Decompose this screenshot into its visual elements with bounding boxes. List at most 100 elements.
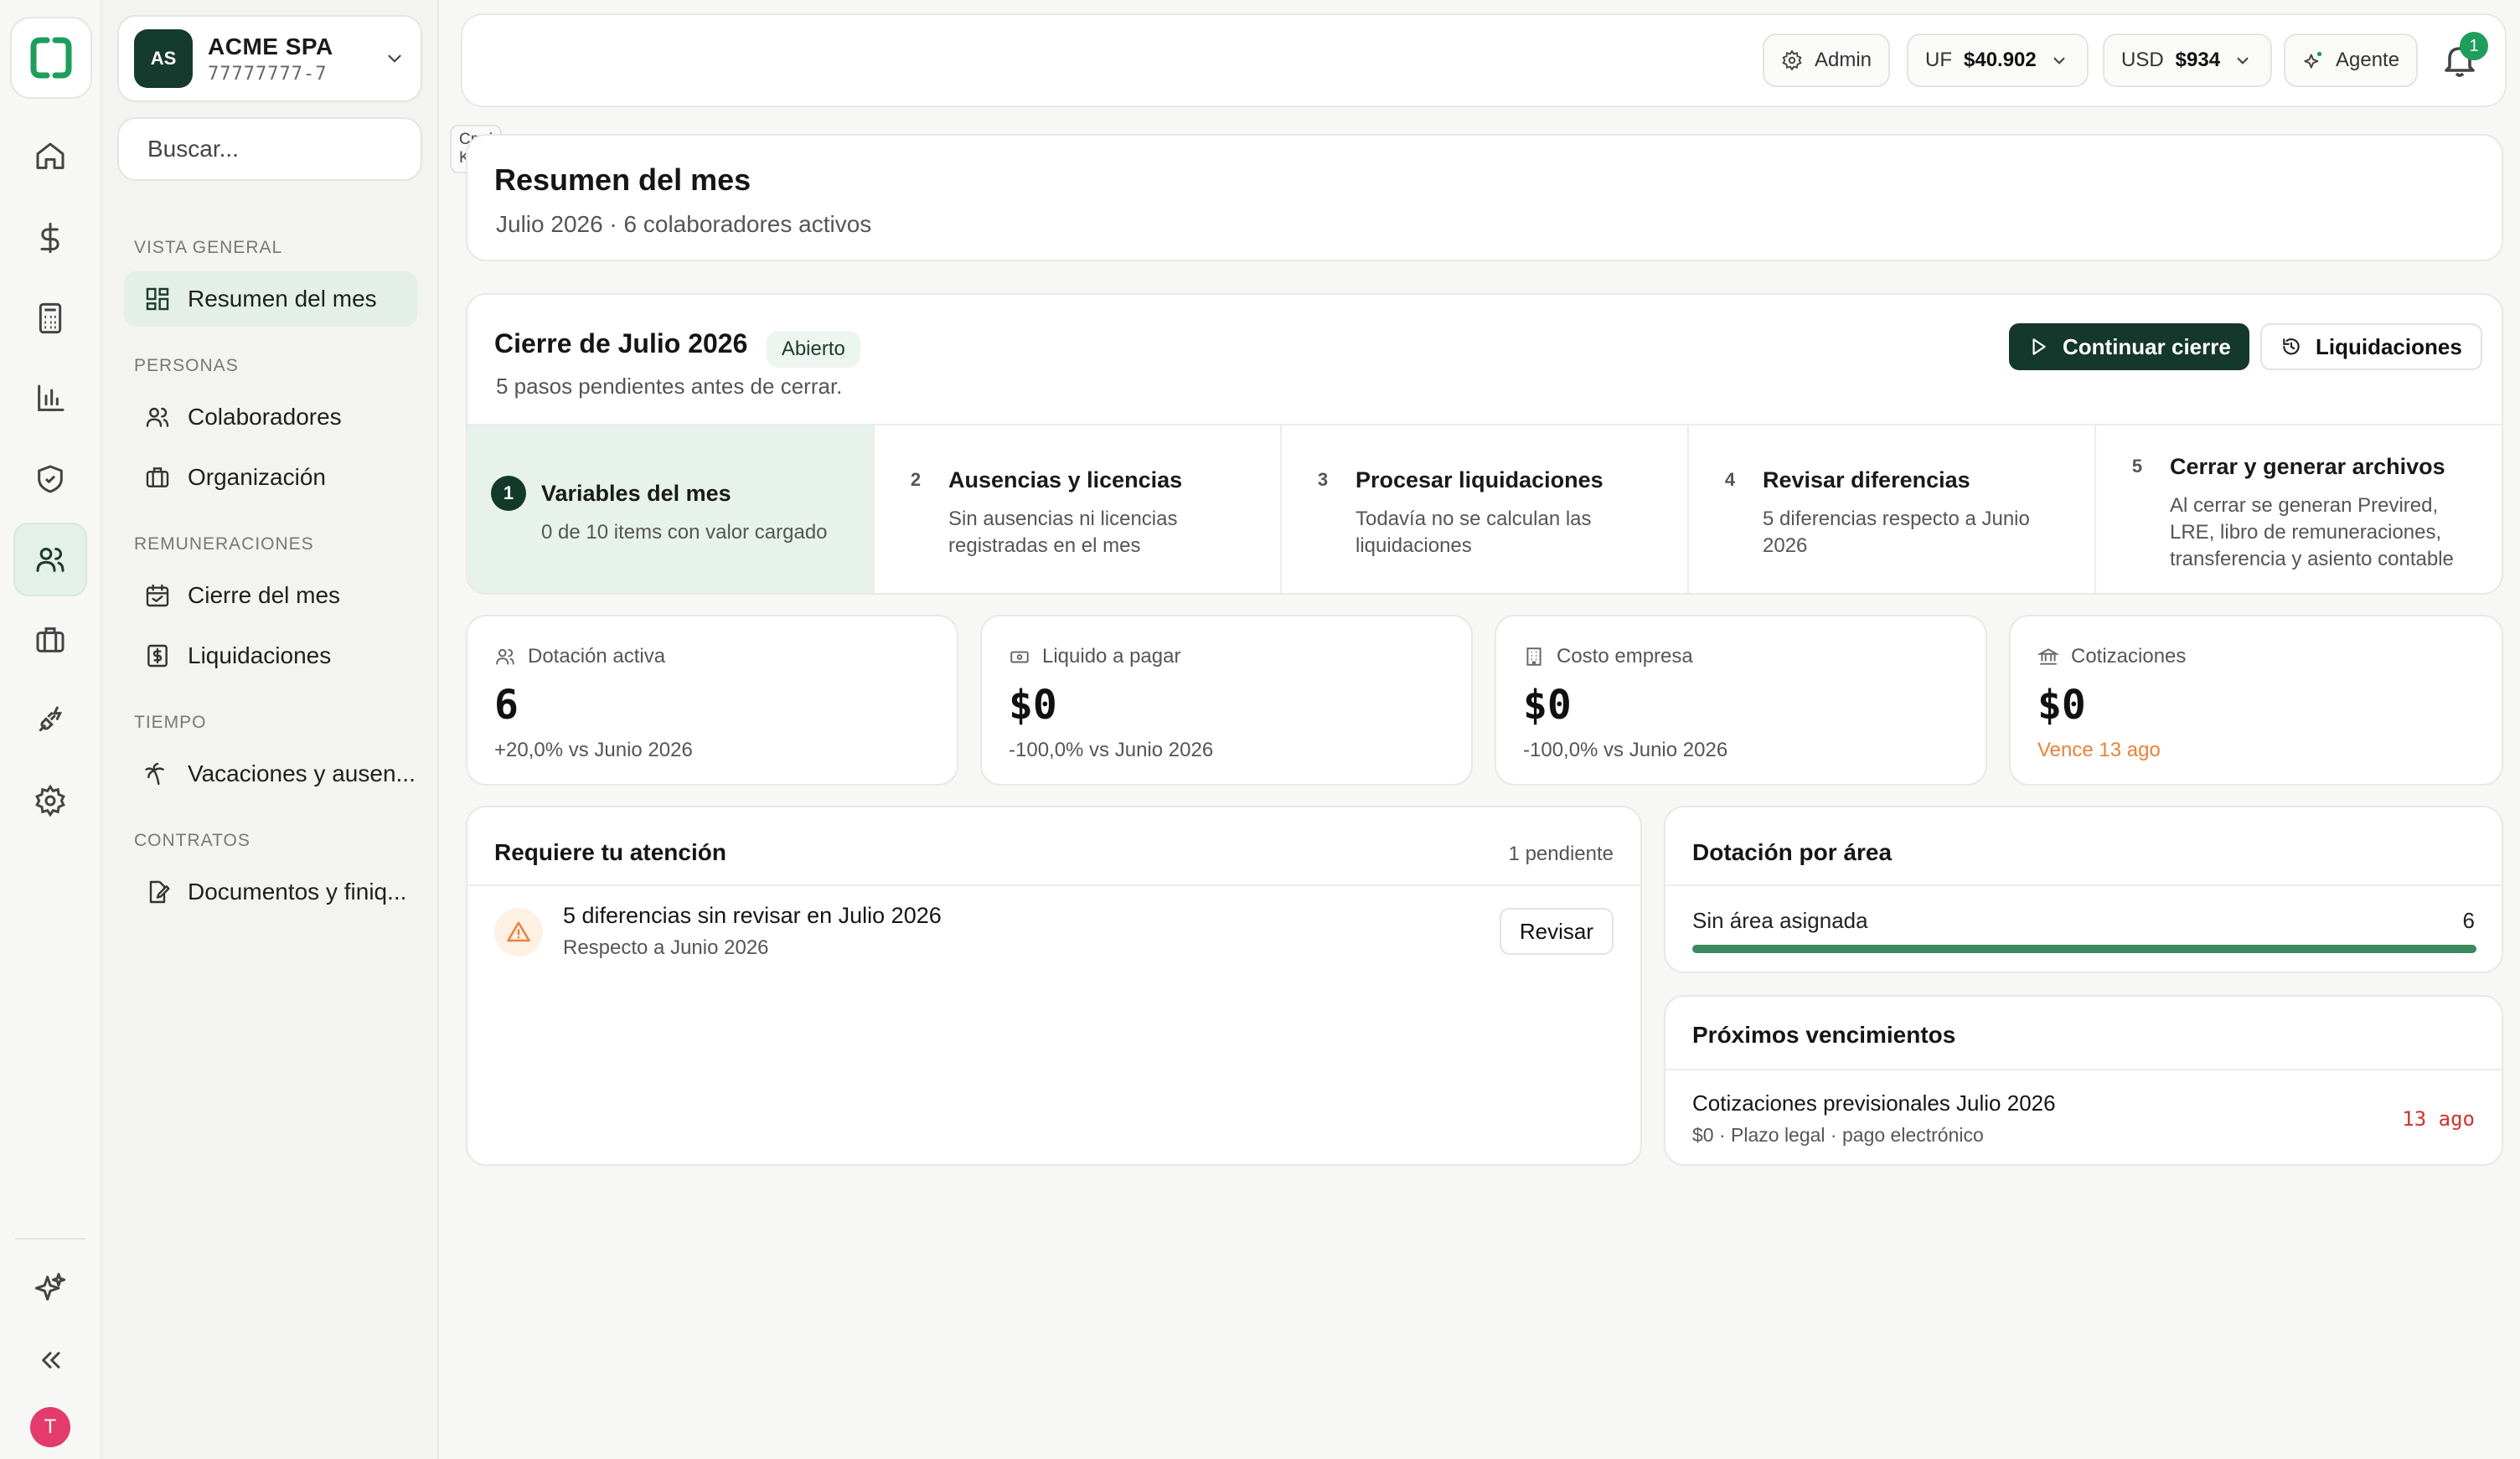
due-item-title: Cotizaciones previsionales Julio 2026 bbox=[1692, 1090, 2056, 1116]
uf-label: UF bbox=[1925, 49, 1952, 71]
nav-item-label: Organización bbox=[188, 464, 326, 490]
attention-count: 1 pendiente bbox=[1508, 843, 1614, 865]
step-number: 3 bbox=[1317, 469, 1329, 490]
closing-status-badge: Abierto bbox=[766, 330, 860, 368]
payslips-button[interactable]: Liquidaciones bbox=[2260, 323, 2482, 370]
kpi-card-cotizaciones: Cotizaciones $0 Vence 13 ago bbox=[2009, 615, 2503, 786]
divider bbox=[1665, 1069, 2502, 1070]
area-title: Dotación por área bbox=[1692, 839, 1893, 865]
kpi-value: 6 bbox=[494, 682, 519, 729]
nav-item-vacaciones[interactable]: Vacaciones y ausen... bbox=[124, 746, 417, 802]
due-item-subtitle: $0 · Plazo legal · pago electrónico bbox=[1692, 1124, 1984, 1146]
admin-chip[interactable]: Admin bbox=[1763, 34, 1891, 87]
closing-step-4[interactable]: 4 Revisar diferencias 5 diferencias resp… bbox=[1689, 425, 2096, 593]
plug-icon bbox=[39, 706, 63, 732]
rail-integrations-button[interactable] bbox=[13, 683, 87, 757]
calculator-icon bbox=[39, 302, 62, 334]
rail-calculator-button[interactable] bbox=[13, 281, 87, 355]
search-input[interactable] bbox=[147, 136, 450, 162]
agent-button[interactable]: Agente bbox=[2284, 34, 2419, 87]
building-icon bbox=[146, 467, 169, 487]
rail-settings-button[interactable] bbox=[13, 764, 87, 838]
company-switcher[interactable]: AS ACME SPA 77777777-7 bbox=[117, 15, 422, 102]
step-title: Ausencias y licencias bbox=[948, 467, 1183, 492]
chevron-down-icon bbox=[2053, 57, 2065, 64]
nav-section-vista-general: VISTA GENERAL bbox=[134, 238, 283, 257]
uf-value: $40.902 bbox=[1964, 49, 2037, 71]
usd-rate-dropdown[interactable]: USD $934 bbox=[2103, 34, 2273, 87]
rail-ai-button[interactable] bbox=[13, 1251, 87, 1325]
continue-closing-label: Continuar cierre bbox=[2063, 333, 2231, 359]
kpi-card-dotacion: Dotación activa 6 +20,0% vs Junio 2026 bbox=[466, 615, 958, 786]
payslips-label: Liquidaciones bbox=[2316, 333, 2462, 359]
logo-icon bbox=[30, 37, 72, 79]
attention-item-subtitle: Respecto a Junio 2026 bbox=[563, 936, 769, 959]
kpi-delta: +20,0% vs Junio 2026 bbox=[494, 739, 693, 761]
company-rut: 77777777-7 bbox=[208, 63, 328, 85]
play-icon bbox=[2032, 338, 2046, 355]
step-description: 5 diferencias respecto a Junio 2026 bbox=[1763, 508, 2030, 557]
page-subtitle: Julio 2026 · 6 colaboradores activos bbox=[496, 211, 872, 237]
app-logo[interactable] bbox=[10, 17, 92, 99]
month-closing-card: Cierre de Julio 2026 Abierto 5 pasos pen… bbox=[466, 293, 2503, 595]
building-icon bbox=[1526, 647, 1541, 666]
step-number: 2 bbox=[910, 469, 922, 490]
nav-item-colaboradores[interactable]: Colaboradores bbox=[124, 389, 417, 445]
area-progress-fill bbox=[1692, 945, 2476, 953]
gear-icon bbox=[35, 784, 65, 817]
rail-people-button[interactable] bbox=[13, 523, 87, 596]
nav-section-contratos: CONTRATOS bbox=[134, 831, 250, 850]
kpi-card-costo-empresa: Costo empresa $0 -100,0% vs Junio 2026 bbox=[1495, 615, 1987, 786]
closing-steps: 1 Variables del mes 0 de 10 items con va… bbox=[467, 424, 2502, 593]
nav-item-cierre-del-mes[interactable]: Cierre del mes bbox=[124, 568, 417, 623]
grid-icon bbox=[146, 287, 169, 311]
agent-label: Agente bbox=[2336, 49, 2400, 71]
users-icon bbox=[146, 407, 169, 427]
home-icon bbox=[36, 142, 65, 169]
admin-label: Admin bbox=[1815, 49, 1872, 71]
kpi-value: $0 bbox=[1523, 682, 1572, 729]
nav-item-label: Cierre del mes bbox=[188, 582, 341, 608]
nav-item-documentos[interactable]: Documentos y finiq... bbox=[124, 864, 417, 920]
chevrons-left-icon bbox=[42, 1352, 60, 1369]
search-box[interactable]: Cmd K bbox=[117, 117, 503, 181]
sidebar: AS ACME SPA 77777777-7 Cmd K VISTA GENER… bbox=[102, 0, 503, 1459]
closing-step-1[interactable]: 1 Variables del mes 0 de 10 items con va… bbox=[467, 425, 875, 593]
closing-step-3[interactable]: 3 Procesar liquidaciones Todavía no se c… bbox=[1282, 425, 1689, 593]
attention-title: Requiere tu atención bbox=[494, 839, 726, 865]
step-title: Cerrar y generar archivos bbox=[2170, 454, 2445, 479]
icon-rail: T bbox=[0, 0, 102, 1459]
dollar-icon bbox=[40, 222, 59, 254]
summary-header-card: Resumen del mes Julio 2026 · 6 colaborad… bbox=[466, 134, 2503, 261]
divider bbox=[1665, 884, 2502, 886]
review-button[interactable]: Revisar bbox=[1499, 908, 1614, 955]
collapse-sidebar-button[interactable] bbox=[13, 1323, 87, 1397]
step-description: Todavía no se calculan las liquidaciones bbox=[1356, 508, 1592, 557]
uf-rate-dropdown[interactable]: UF $40.902 bbox=[1907, 34, 2089, 87]
rail-organization-button[interactable] bbox=[13, 603, 87, 677]
continue-closing-button[interactable]: Continuar cierre bbox=[2009, 323, 2249, 370]
kpi-label-text: Costo empresa bbox=[1557, 645, 1693, 668]
nav-item-organizacion[interactable]: Organización bbox=[124, 450, 417, 505]
rail-security-button[interactable] bbox=[13, 442, 87, 516]
nav-item-resumen-del-mes[interactable]: Resumen del mes bbox=[124, 271, 417, 327]
step-number: 1 bbox=[491, 476, 526, 511]
closing-step-5[interactable]: 5 Cerrar y generar archivos Al cerrar se… bbox=[2096, 425, 2502, 593]
nav-item-liquidaciones[interactable]: Liquidaciones bbox=[124, 628, 417, 683]
rail-home-button[interactable] bbox=[13, 120, 87, 193]
step-title: Variables del mes bbox=[541, 481, 731, 506]
attention-card: Requiere tu atención 1 pendiente 5 difer… bbox=[466, 806, 1642, 1166]
user-avatar-initial: T bbox=[44, 1415, 57, 1438]
kpi-delta: -100,0% vs Junio 2026 bbox=[1009, 739, 1214, 761]
usd-value: $934 bbox=[2175, 49, 2221, 71]
rail-reports-button[interactable] bbox=[13, 362, 87, 436]
rail-finance-button[interactable] bbox=[13, 201, 87, 275]
nav-section-personas: PERSONAS bbox=[134, 356, 239, 375]
user-avatar[interactable]: T bbox=[30, 1407, 70, 1447]
company-badge: AS bbox=[134, 29, 193, 88]
closing-step-2[interactable]: 2 Ausencias y licencias Sin ausencias ni… bbox=[875, 425, 1282, 593]
chevron-down-icon bbox=[388, 54, 401, 63]
step-title: Procesar liquidaciones bbox=[1356, 467, 1603, 492]
area-headcount-card: Dotación por área Sin área asignada 6 bbox=[1664, 806, 2503, 973]
nav-item-label: Resumen del mes bbox=[188, 286, 377, 312]
